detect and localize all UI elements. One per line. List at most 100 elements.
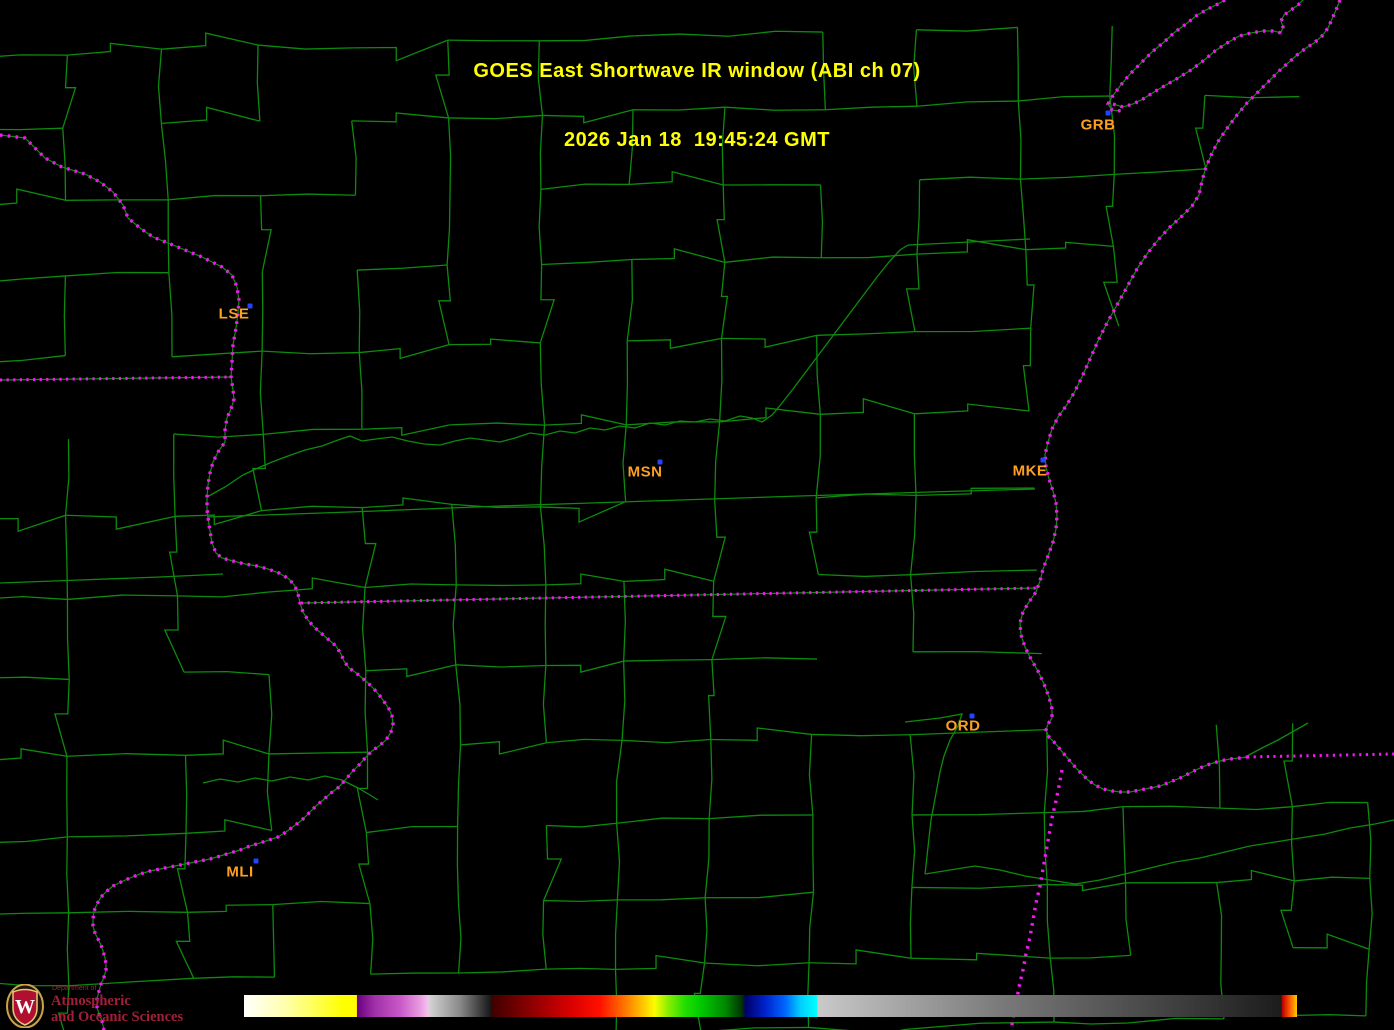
county-line [457, 827, 458, 904]
county-line [165, 596, 184, 672]
county-line [452, 504, 456, 584]
temperature-colorbar [244, 995, 1297, 1017]
county-line [0, 356, 65, 363]
county-line [1281, 881, 1294, 948]
county-line [540, 265, 554, 343]
county-line [359, 345, 449, 359]
county-line [449, 339, 540, 345]
county-line [617, 823, 620, 900]
county-line [0, 913, 69, 915]
aos-logo-text: Department of Atmospheric and Oceanic Sc… [51, 984, 183, 1025]
county-line [1220, 807, 1292, 810]
county-line [715, 422, 720, 501]
county-line [546, 661, 624, 672]
county-line [617, 740, 622, 823]
county-line [67, 833, 186, 837]
county-line [262, 351, 359, 354]
county-line [540, 425, 544, 507]
county-line [169, 273, 172, 357]
county-line [720, 338, 722, 421]
logo-dept-line: Department of [52, 985, 183, 992]
station-label-GRB: GRB [1081, 117, 1116, 134]
county-line [911, 953, 1050, 960]
county-line [543, 901, 546, 970]
county-line [69, 911, 188, 912]
county-line [914, 414, 916, 496]
county-line [262, 506, 363, 510]
station-label-MKE: MKE [1013, 463, 1048, 480]
state-border-line [1247, 754, 1394, 757]
county-line [809, 734, 812, 815]
image-title: GOES East Shortwave IR window (ABI ch 07… [0, 14, 1394, 198]
county-line [912, 815, 915, 888]
county-line [370, 904, 373, 975]
county-line [624, 660, 712, 661]
county-line [67, 754, 186, 757]
county-line [705, 819, 709, 898]
station-label-LSE: LSE [219, 306, 250, 323]
county-line [459, 969, 547, 973]
county-line [925, 820, 1394, 884]
county-line [1294, 1015, 1366, 1016]
aos-logo: W Department of Atmospheric and Oceanic … [6, 984, 183, 1028]
county-line [1123, 807, 1126, 883]
county-line [1217, 871, 1295, 883]
county-line [262, 272, 263, 351]
county-line [459, 904, 461, 973]
county-line [1217, 883, 1222, 949]
county-line [910, 887, 912, 958]
county-line [1369, 878, 1372, 949]
county-line [540, 343, 544, 425]
county-line [545, 415, 627, 425]
county-line [261, 196, 272, 272]
county-line [1026, 250, 1034, 329]
satellite-image-viewer: GOES East Shortwave IR window (ABI ch 07… [0, 0, 1394, 1030]
county-line [253, 434, 265, 510]
county-line [714, 501, 726, 581]
county-line [624, 581, 626, 661]
county-line [1216, 725, 1220, 808]
county-line [67, 837, 69, 913]
county-line [705, 963, 810, 966]
county-line [0, 837, 67, 843]
county-line [207, 245, 908, 497]
county-line [616, 900, 618, 969]
county-line [1047, 885, 1050, 959]
county-line [1026, 242, 1114, 249]
title-line-2: 2026 Jan 18 19:45:24 GMT [0, 129, 1394, 152]
county-line [705, 898, 707, 963]
county-line [1023, 328, 1030, 411]
county-line [1366, 949, 1369, 1016]
county-line [267, 754, 271, 831]
county-line [542, 259, 632, 264]
county-line [188, 905, 273, 913]
county-line [456, 665, 461, 745]
title-line-1: GOES East Shortwave IR window (ABI ch 07… [0, 60, 1394, 83]
county-line [616, 956, 705, 970]
uw-crest-icon: W [6, 984, 44, 1028]
logo-name-line1: Atmospheric [51, 994, 183, 1009]
station-label-ORD: ORD [946, 718, 981, 735]
county-line [184, 672, 269, 675]
county-line [1044, 807, 1123, 813]
county-line [453, 585, 456, 665]
county-line [1126, 883, 1131, 956]
county-line [544, 900, 618, 902]
county-line [539, 189, 542, 264]
county-line [65, 273, 168, 276]
county-line [546, 968, 615, 969]
county-line [67, 756, 68, 837]
svg-text:W: W [15, 996, 35, 1018]
county-line [0, 597, 67, 600]
county-line [1368, 803, 1371, 879]
county-line [913, 652, 1042, 654]
county-line [1128, 1018, 1224, 1023]
county-line [0, 574, 223, 583]
county-line [1044, 730, 1047, 813]
county-line [273, 901, 370, 904]
county-line [544, 825, 562, 900]
county-line [915, 328, 1031, 331]
county-line [194, 977, 275, 979]
county-line [540, 507, 545, 585]
county-line [460, 742, 546, 754]
